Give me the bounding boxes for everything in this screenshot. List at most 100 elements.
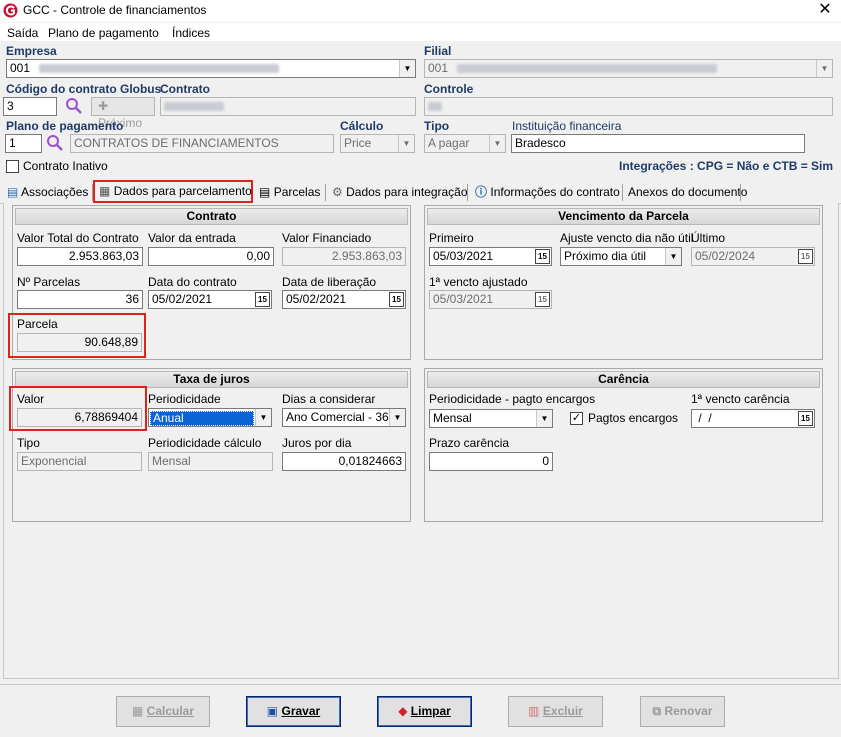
instituicao-label: Instituição financeira (512, 119, 622, 133)
ajustado-label: 1ª vencto ajustado (429, 275, 528, 289)
integracoes-status: Integrações : CPG = Não e CTB = Sim (619, 159, 834, 173)
excluir-button[interactable]: ▥ Excluir (508, 696, 603, 727)
filial-select[interactable]: 001 ▼ (424, 59, 833, 78)
footer-divider (0, 684, 841, 685)
empresa-label: Empresa (6, 44, 57, 58)
plus-icon: ✚ (98, 99, 109, 113)
codigo-input[interactable]: 3 (3, 97, 57, 116)
plano-desc-input[interactable]: CONTRATOS DE FINANCIAMENTOS (70, 134, 334, 153)
primeiro-input[interactable]: 05/03/2021 15 (429, 247, 552, 266)
tab-dados-integracao[interactable]: ⚙ Dados para integração (328, 181, 468, 203)
ajustado-input[interactable]: 05/03/2021 15 (429, 290, 552, 309)
calendar-icon[interactable]: 15 (255, 292, 270, 307)
calculo-label: Cálculo (340, 119, 384, 133)
tab-associacoes[interactable]: ▤ Associações (3, 181, 88, 203)
per-calculo-input[interactable]: Mensal (148, 452, 273, 471)
tab-parcelas[interactable]: ▤ Parcelas (255, 181, 320, 203)
empresa-name-redacted (39, 64, 280, 74)
chevron-down-icon[interactable]: ▼ (255, 409, 271, 426)
chevron-down-icon[interactable]: ▼ (389, 409, 405, 426)
tab-anexos[interactable]: Anexos do documento (624, 181, 747, 203)
empresa-value: 001 (10, 61, 31, 75)
contrato-label: Contrato (160, 82, 210, 96)
chevron-down-icon[interactable]: ▼ (536, 410, 552, 427)
menu-indices[interactable]: Índices (172, 26, 210, 40)
chevron-down-icon[interactable]: ▼ (489, 135, 505, 152)
dias-select[interactable]: Ano Comercial - 360 ▼ (282, 408, 406, 427)
per-calculo-label: Periodicidade cálculo (148, 436, 262, 450)
search-icon[interactable] (65, 97, 83, 115)
chevron-down-icon[interactable]: ▼ (398, 135, 414, 152)
juros-dia-label: Juros por dia (282, 436, 352, 450)
valor-entrada-input[interactable]: 0,00 (148, 247, 274, 266)
filial-value: 001 (428, 61, 449, 75)
app-logo-icon (3, 3, 18, 18)
periodicidade-select[interactable]: Anual ▼ (148, 408, 272, 427)
tipo-label: Tipo (424, 119, 450, 133)
close-icon[interactable]: ✕ (815, 1, 835, 19)
data-liberacao-input[interactable]: 05/02/2021 15 (282, 290, 406, 309)
calculator-icon: ▦ (99, 184, 111, 198)
taxa-tipo-label: Tipo (17, 436, 40, 450)
contrato-inativo-checkbox[interactable] (6, 160, 19, 173)
tab-informacoes-contrato[interactable]: ⓘ Informações do contrato (471, 181, 620, 203)
taxa-tipo-input[interactable]: Exponencial (17, 452, 142, 471)
carencia-periodicidade-select[interactable]: Mensal ▼ (429, 409, 553, 428)
tab-separator (325, 184, 326, 201)
tab-dados-parcelamento[interactable]: ▦ Dados para parcelamento (93, 180, 253, 203)
valor-total-input[interactable]: 2.953.863,03 (17, 247, 143, 266)
taxa-valor-input[interactable]: 6,78869404 (17, 408, 142, 427)
ajuste-select[interactable]: Próximo dia útil ▼ (560, 247, 682, 266)
tipo-select[interactable]: A pagar ▼ (424, 134, 506, 153)
search-icon[interactable] (46, 134, 64, 152)
calendar-icon[interactable]: 15 (798, 411, 813, 426)
valor-financiado-input[interactable]: 2.953.863,03 (282, 247, 406, 266)
n-parcelas-input[interactable]: 36 (17, 290, 143, 309)
carencia-vencto-input[interactable]: / / 15 (691, 409, 815, 428)
valor-financiado-label: Valor Financiado (282, 231, 372, 245)
chevron-down-icon[interactable]: ▼ (665, 248, 681, 265)
calculo-select[interactable]: Price ▼ (340, 134, 415, 153)
contrato-value-redacted (164, 102, 224, 112)
tipo-value: A pagar (428, 136, 470, 150)
proximo-button[interactable]: ✚ Próximo (91, 97, 155, 130)
limpar-button[interactable]: ◆ Limpar (377, 696, 472, 727)
primeiro-label: Primeiro (429, 231, 474, 245)
data-liberacao-label: Data de liberação (282, 275, 377, 289)
codigo-label: Código do contrato Globus (6, 82, 162, 96)
juros-dia-input[interactable]: 0,01824663 (282, 452, 406, 471)
associations-icon: ▤ (7, 185, 19, 199)
controle-input[interactable] (424, 97, 833, 116)
pagtos-encargos-checkbox[interactable]: ✓ (570, 412, 583, 425)
ultimo-input[interactable]: 05/02/2024 15 (691, 247, 815, 266)
chevron-down-icon[interactable]: ▼ (399, 60, 415, 77)
calculator-icon: ▦ (131, 704, 144, 718)
plano-code-input[interactable]: 1 (5, 134, 42, 153)
calendar-icon[interactable]: 15 (535, 249, 550, 264)
trash-icon: ▥ (528, 704, 540, 718)
contrato-input[interactable] (160, 97, 416, 116)
instituicao-input[interactable]: Bradesco (511, 134, 805, 153)
calculo-value: Price (344, 136, 372, 150)
taxa-valor-label: Valor (17, 392, 45, 406)
empresa-select[interactable]: 001 ▼ (6, 59, 416, 78)
n-parcelas-label: Nº Parcelas (17, 275, 81, 289)
pagtos-encargos-label: Pagtos encargos (588, 411, 679, 425)
plano-label: Plano de pagamento (6, 119, 124, 133)
parcela-label: Parcela (17, 317, 58, 331)
menu-saida[interactable]: Saída (7, 26, 38, 40)
controle-label: Controle (424, 82, 474, 96)
calendar-icon[interactable]: 15 (798, 249, 813, 264)
prazo-input[interactable]: 0 (429, 452, 553, 471)
vencimento-group-title: Vencimento da Parcela (427, 208, 820, 225)
calendar-icon[interactable]: 15 (389, 292, 404, 307)
data-contrato-input[interactable]: 05/02/2021 15 (148, 290, 272, 309)
menu-plano-pagamento[interactable]: Plano de pagamento (48, 26, 159, 40)
calendar-icon[interactable]: 15 (535, 292, 550, 307)
calcular-button[interactable]: ▦ Calcular (116, 696, 210, 727)
eraser-icon: ◆ (398, 704, 408, 718)
parcela-input[interactable]: 90.648,89 (17, 333, 142, 352)
renovar-button[interactable]: ⧉ Renovar (640, 696, 725, 727)
gravar-button[interactable]: ▣ Gravar (246, 696, 341, 727)
chevron-down-icon[interactable]: ▼ (816, 60, 832, 77)
